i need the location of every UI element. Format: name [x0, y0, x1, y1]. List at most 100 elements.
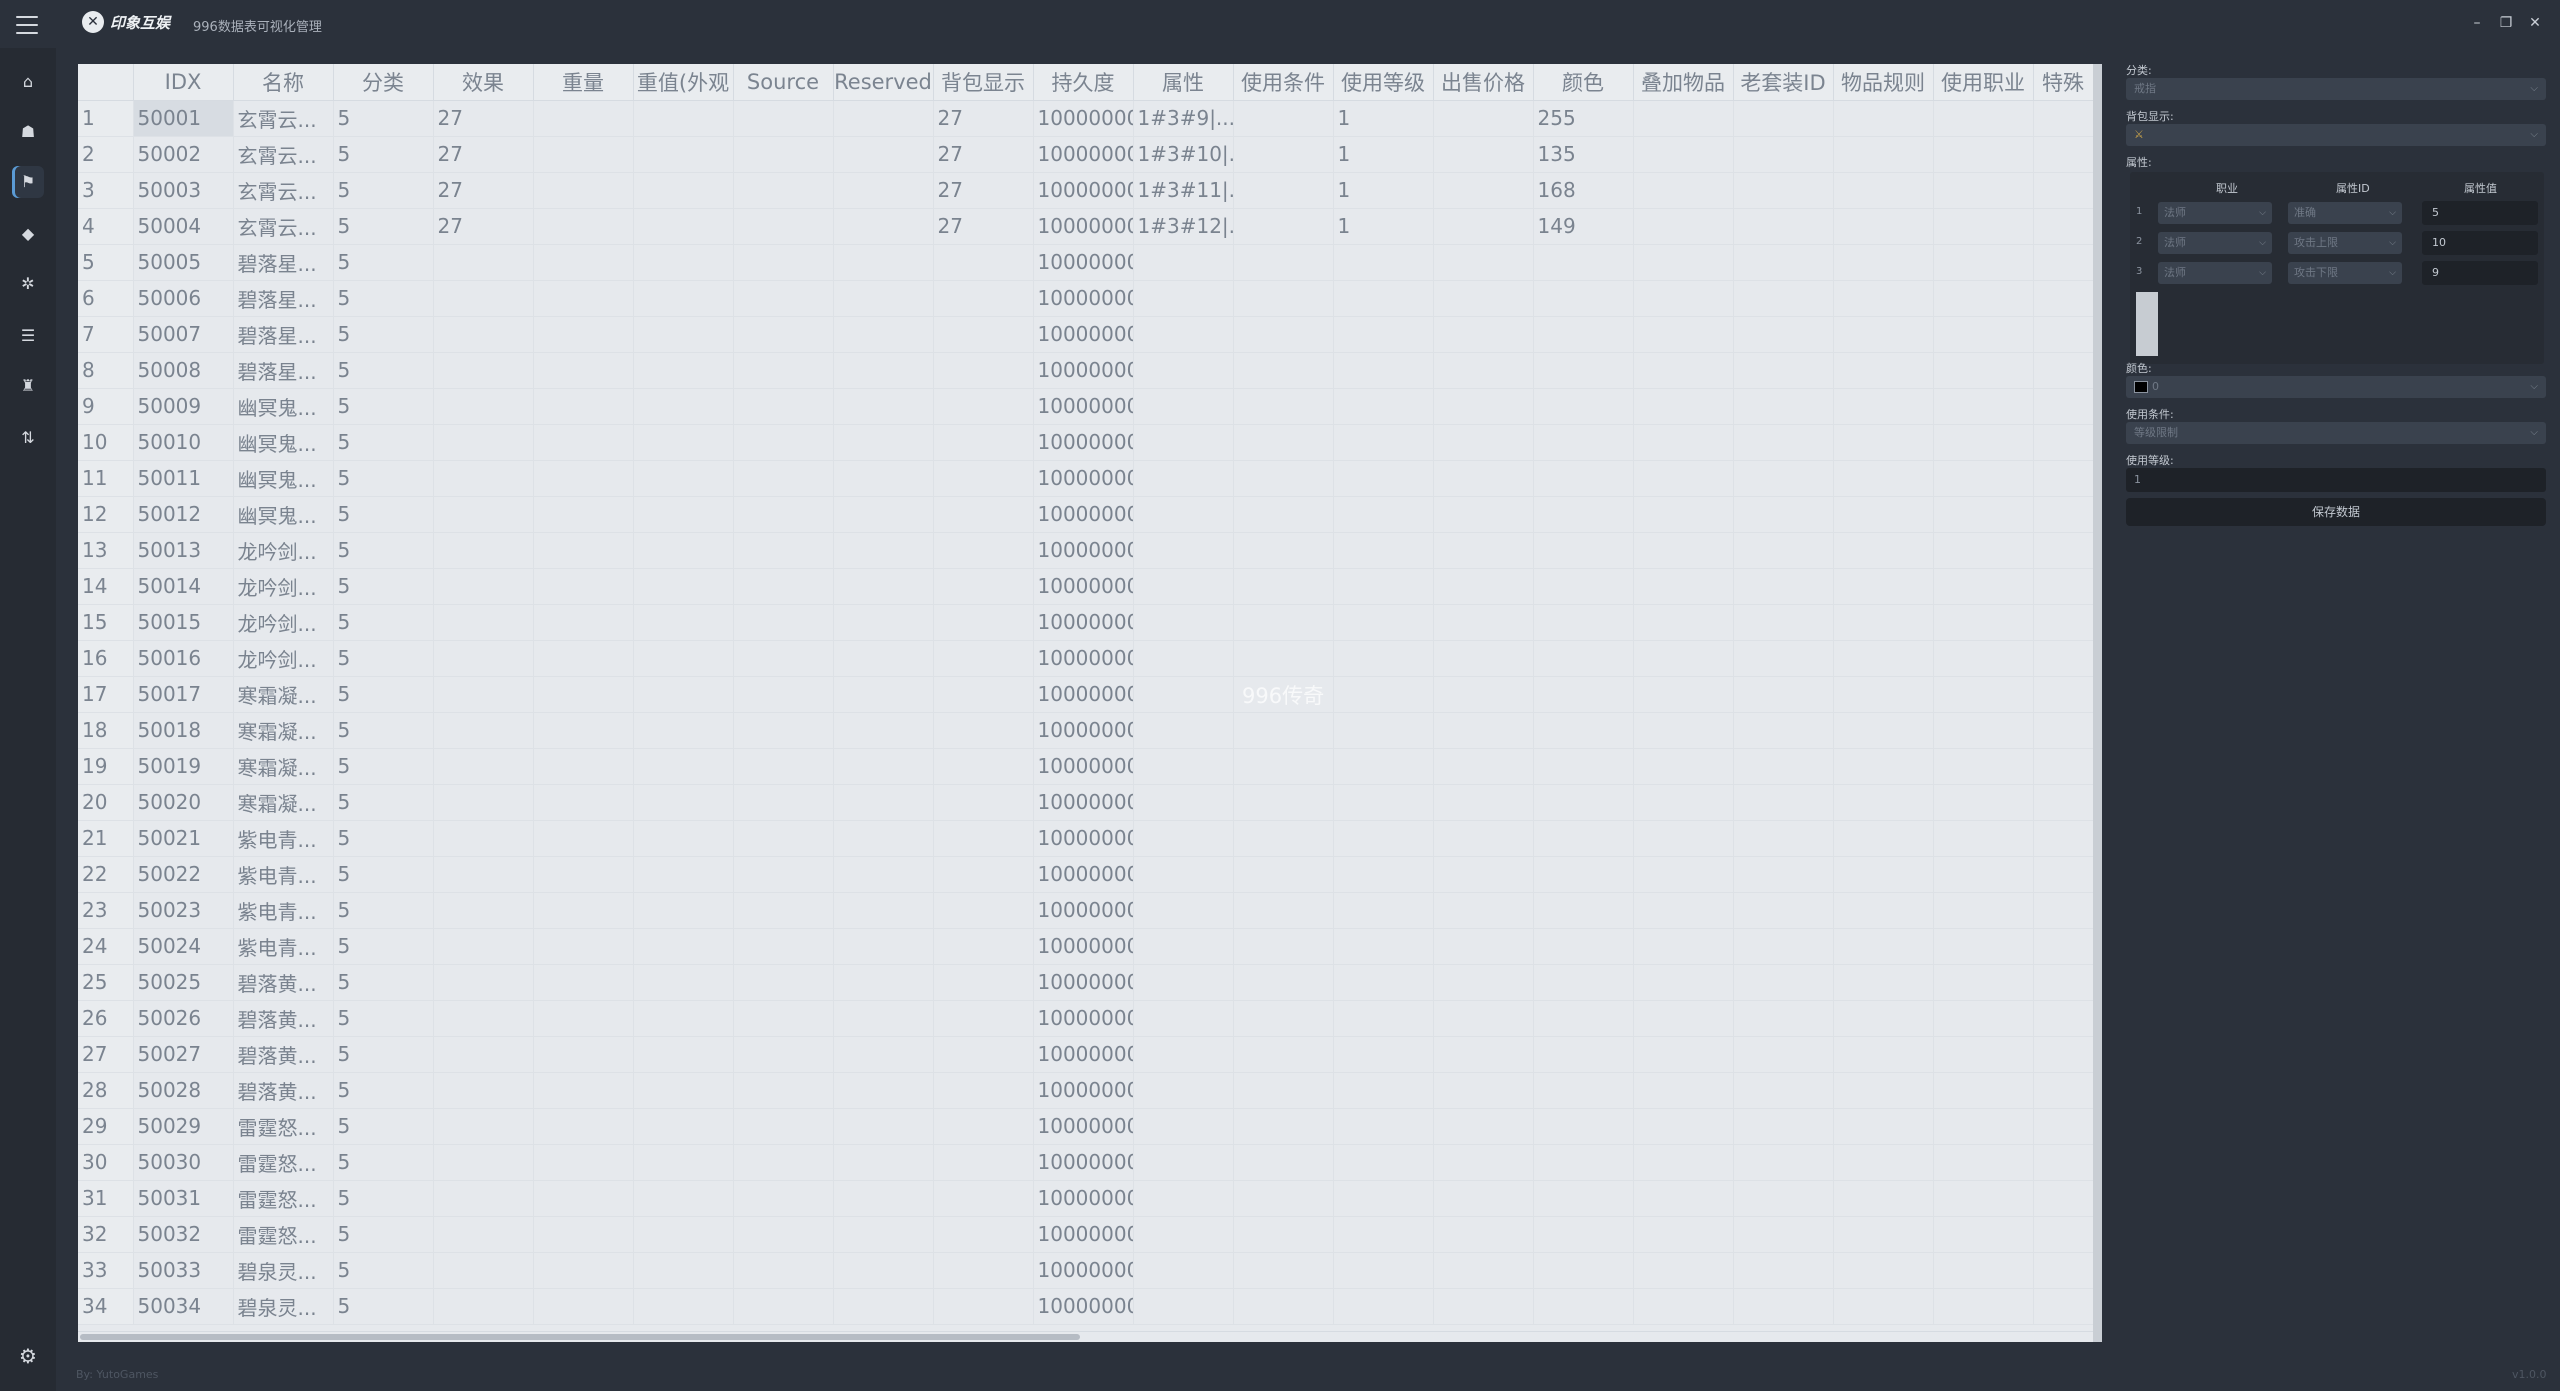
table-cell[interactable]: 50027 [133, 1036, 234, 1073]
table-cell[interactable] [533, 928, 634, 965]
table-cell[interactable]: 10000000 [1033, 208, 1134, 245]
table-row[interactable]: 22 50022 紫电青... 5 10000000 [78, 856, 2094, 893]
table-row[interactable]: 10 50010 幽冥鬼... 5 10000000 [78, 424, 2094, 461]
vertical-scrollbar[interactable] [2093, 64, 2102, 1342]
table-cell[interactable] [2033, 1000, 2094, 1037]
table-cell[interactable] [1433, 1108, 1534, 1145]
table-cell[interactable] [833, 1036, 934, 1073]
table-cell[interactable] [1533, 1072, 1634, 1109]
table-cell[interactable] [1933, 208, 2034, 245]
table-cell[interactable] [1633, 316, 1734, 353]
table-cell[interactable] [1533, 1000, 1634, 1037]
table-row[interactable]: 12 50012 幽冥鬼... 5 10000000 [78, 496, 2094, 533]
table-cell[interactable] [733, 964, 834, 1001]
table-row[interactable]: 7 50007 碧落星... 5 10000000 [78, 316, 2094, 353]
table-cell[interactable]: 27 [933, 136, 1034, 173]
table-cell[interactable]: 1 [1333, 136, 1434, 173]
table-cell[interactable] [633, 532, 734, 569]
table-cell[interactable] [733, 820, 834, 857]
table-cell[interactable] [1533, 1288, 1634, 1325]
monster-icon[interactable]: ☗ [12, 116, 44, 148]
table-cell[interactable] [1433, 100, 1534, 137]
table-cell[interactable]: 10000000 [1033, 1144, 1134, 1181]
table-cell[interactable] [1933, 352, 2034, 389]
table-cell[interactable] [1733, 640, 1834, 677]
table-cell[interactable] [1433, 460, 1534, 497]
table-cell[interactable] [1333, 748, 1434, 785]
column-header[interactable]: 重量 [533, 64, 634, 101]
table-cell[interactable]: 紫电青... [233, 820, 334, 857]
table-cell[interactable] [1133, 352, 1234, 389]
table-cell[interactable] [833, 1252, 934, 1289]
table-cell[interactable] [733, 244, 834, 281]
column-header[interactable]: 特殊 [2033, 64, 2094, 101]
table-cell[interactable] [833, 568, 934, 605]
table-cell[interactable] [1933, 712, 2034, 749]
table-cell[interactable] [1733, 820, 1834, 857]
table-cell[interactable] [1933, 640, 2034, 677]
table-cell[interactable] [933, 1216, 1034, 1253]
table-cell[interactable] [1333, 1000, 1434, 1037]
table-cell[interactable] [1933, 1216, 2034, 1253]
table-cell[interactable] [1133, 1252, 1234, 1289]
table-cell[interactable] [1233, 316, 1334, 353]
table-cell[interactable] [933, 820, 1034, 857]
table-cell[interactable]: 5 [333, 676, 434, 713]
table-cell[interactable] [1433, 1072, 1534, 1109]
table-row[interactable]: 32 50032 雷霆怒... 5 10000000 [78, 1216, 2094, 1253]
table-cell[interactable] [1933, 460, 2034, 497]
table-cell[interactable] [733, 352, 834, 389]
column-header[interactable]: 使用等级 [1333, 64, 1434, 101]
table-cell[interactable]: 10000000 [1033, 892, 1134, 929]
table-cell[interactable] [1433, 640, 1534, 677]
category-select[interactable]: 戒指 ⌵ [2126, 78, 2546, 100]
table-cell[interactable] [933, 496, 1034, 533]
table-cell[interactable] [1333, 964, 1434, 1001]
table-cell[interactable] [433, 748, 534, 785]
table-cell[interactable] [633, 1036, 734, 1073]
table-row[interactable]: 31 50031 雷霆怒... 5 10000000 [78, 1180, 2094, 1217]
table-cell[interactable] [433, 1216, 534, 1253]
table-cell[interactable] [1733, 172, 1834, 209]
table-cell[interactable] [533, 280, 634, 317]
table-row[interactable]: 8 50008 碧落星... 5 10000000 [78, 352, 2094, 389]
column-header[interactable]: 颜色 [1533, 64, 1634, 101]
table-cell[interactable] [433, 964, 534, 1001]
table-cell[interactable] [1233, 352, 1334, 389]
table-cell[interactable] [1133, 856, 1234, 893]
table-cell[interactable] [1133, 388, 1234, 425]
table-cell[interactable] [933, 532, 1034, 569]
table-cell[interactable] [1133, 1072, 1234, 1109]
column-header[interactable]: IDX [133, 64, 234, 101]
table-cell[interactable] [1733, 712, 1834, 749]
table-cell[interactable]: 5 [333, 928, 434, 965]
table-cell[interactable] [1333, 1288, 1434, 1325]
table-cell[interactable] [933, 1036, 1034, 1073]
table-row[interactable]: 15 50015 龙吟剑... 5 10000000 [78, 604, 2094, 641]
table-cell[interactable] [1833, 640, 1934, 677]
table-cell[interactable] [633, 640, 734, 677]
bag-display-select[interactable]: ⚔ ⌵ [2126, 124, 2546, 146]
table-cell[interactable]: 碧落星... [233, 352, 334, 389]
table-cell[interactable]: 玄霄云... [233, 172, 334, 209]
table-cell[interactable]: 50032 [133, 1216, 234, 1253]
table-cell[interactable]: 5 [333, 244, 434, 281]
table-row[interactable]: 21 50021 紫电青... 5 10000000 [78, 820, 2094, 857]
table-cell[interactable] [1833, 712, 1934, 749]
table-cell[interactable]: 27 [933, 172, 1034, 209]
table-cell[interactable] [1433, 964, 1534, 1001]
table-cell[interactable] [1333, 892, 1434, 929]
table-cell[interactable] [1833, 316, 1934, 353]
table-cell[interactable]: 5 [333, 748, 434, 785]
table-cell[interactable] [1333, 280, 1434, 317]
table-cell[interactable] [1333, 1036, 1434, 1073]
table-cell[interactable] [1833, 496, 1934, 533]
table-cell[interactable] [733, 784, 834, 821]
table-cell[interactable] [1933, 568, 2034, 605]
table-cell[interactable] [1333, 460, 1434, 497]
table-cell[interactable] [1633, 352, 1734, 389]
table-cell[interactable] [1933, 1036, 2034, 1073]
table-cell[interactable]: 255 [1533, 100, 1634, 137]
table-cell[interactable] [1533, 1180, 1634, 1217]
table-cell[interactable] [1333, 1216, 1434, 1253]
